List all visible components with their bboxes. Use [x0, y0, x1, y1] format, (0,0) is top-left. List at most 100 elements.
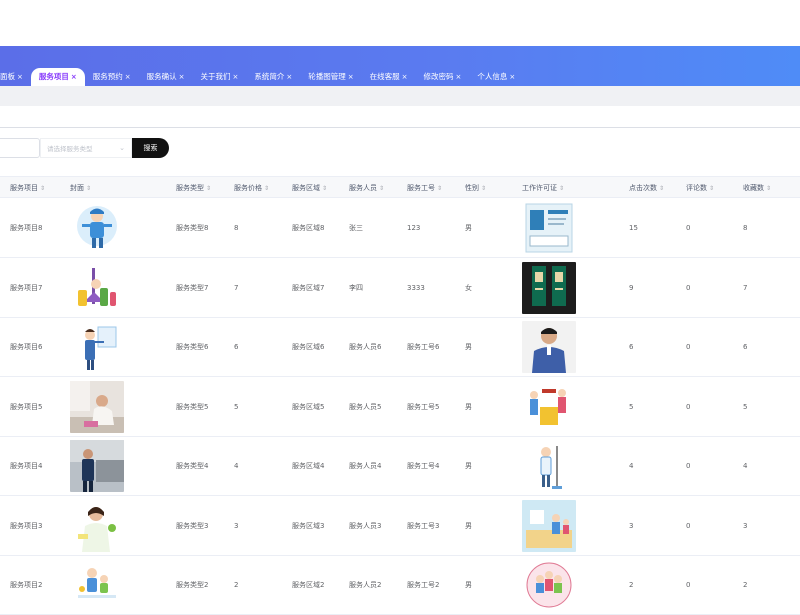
cleaning-crew-icon[interactable] [522, 380, 576, 433]
cell-favs: 2 [743, 581, 748, 589]
close-icon[interactable]: × [348, 68, 354, 86]
tab-label: 系统简介 [254, 72, 285, 81]
window-cleaner-icon[interactable] [70, 321, 124, 373]
table-row[interactable]: 服务项目7 服务类型7 7 服务区域7 李四 3333 女 9 0 7 [0, 258, 800, 318]
column-header-price[interactable]: 服务价格 ⇕ [234, 177, 269, 199]
cell-price: 2 [234, 581, 239, 589]
tab-1[interactable]: 服务项目 × [30, 68, 85, 86]
table-row[interactable]: 服务项目5 服务类型5 5 服务区域5 服务人员5 服务工号5 男 5 0 5 [0, 377, 800, 437]
cell-price: 8 [234, 224, 239, 232]
column-header-item[interactable]: 服务项目 ⇕ [10, 177, 45, 199]
cell-area: 服务区域3 [292, 521, 325, 530]
family-cleaning-icon[interactable] [70, 559, 124, 611]
column-header-favs[interactable]: 收藏数 ⇕ [743, 177, 771, 199]
column-header-area[interactable]: 服务区域 ⇕ [292, 177, 327, 199]
group-badge-icon[interactable] [522, 559, 576, 611]
cell-item: 服务项目4 [10, 462, 43, 470]
badge-card-icon[interactable] [522, 261, 576, 314]
table-row[interactable]: 服务项目2 服务类型2 2 服务区域2 服务人员2 服务工号2 男 2 0 2 [0, 556, 800, 615]
id-card-icon[interactable] [522, 202, 576, 254]
kitchen-cleaning-icon[interactable] [522, 499, 576, 552]
column-header-permit[interactable]: 工作许可证 ⇕ [522, 177, 564, 199]
tab-6[interactable]: 轮播图管理 × [300, 68, 361, 86]
tab-label: 个人信息 [477, 72, 508, 81]
worker-photo-icon[interactable] [522, 321, 576, 373]
tab-label: 服务确认 [146, 72, 177, 81]
cell-type: 服务类型7 [176, 283, 209, 292]
sort-icon[interactable]: ⇕ [264, 185, 269, 192]
cell-clicks: 3 [629, 521, 634, 530]
close-icon[interactable]: × [286, 68, 292, 86]
search-input[interactable] [0, 138, 40, 158]
tab-8[interactable]: 修改密码 × [416, 68, 470, 86]
cell-favs: 8 [743, 224, 748, 232]
cell-area: 服务区域8 [292, 224, 325, 232]
tab-5[interactable]: 系统简介 × [246, 68, 300, 86]
sort-icon[interactable]: ⇕ [40, 185, 45, 192]
cell-staff: 张三 [349, 224, 363, 232]
cell-price: 7 [234, 283, 239, 292]
column-header-comments[interactable]: 评论数 ⇕ [686, 177, 714, 199]
cell-type: 服务类型8 [176, 224, 209, 232]
cell-price: 3 [234, 521, 239, 530]
sort-icon[interactable]: ⇕ [709, 185, 714, 192]
column-header-staff[interactable]: 服务人员 ⇕ [349, 177, 384, 199]
cell-area: 服务区域2 [292, 581, 325, 589]
table-row[interactable]: 服务项目6 服务类型6 6 服务区域6 服务人员6 服务工号6 男 6 0 6 [0, 318, 800, 377]
sort-icon[interactable]: ⇕ [437, 185, 442, 192]
table-row[interactable]: 服务项目4 服务类型4 4 服务区域4 服务人员4 服务工号4 男 4 0 4 [0, 437, 800, 496]
sort-icon[interactable]: ⇕ [86, 185, 91, 192]
close-icon[interactable]: × [233, 68, 239, 86]
sort-icon[interactable]: ⇕ [379, 185, 384, 192]
table-row[interactable]: 服务项目8 服务类型8 8 服务区域8 张三 123 男 15 0 8 [0, 199, 800, 258]
close-icon[interactable]: × [71, 68, 77, 86]
column-header-gender[interactable]: 性别 ⇕ [465, 177, 486, 199]
tab-2[interactable]: 服务预约 × [85, 68, 139, 86]
tab-label: 服务预约 [92, 72, 123, 81]
cell-area: 服务区域6 [292, 343, 325, 351]
tab-4[interactable]: 关于我们 × [193, 68, 247, 86]
tab-0[interactable]: 面板 × [0, 68, 31, 86]
table-row[interactable]: 服务项目3 服务类型3 3 服务区域3 服务人员3 服务工号3 男 3 0 3 [0, 496, 800, 556]
close-icon[interactable]: × [509, 68, 515, 86]
cell-type: 服务类型6 [176, 343, 209, 351]
cell-type: 服务类型4 [176, 462, 209, 470]
column-header-clicks[interactable]: 点击次数 ⇕ [629, 177, 664, 199]
cell-clicks: 2 [629, 581, 634, 589]
top-blank-area [0, 0, 800, 46]
close-icon[interactable]: × [179, 68, 185, 86]
sort-icon[interactable]: ⇕ [659, 185, 664, 192]
close-icon[interactable]: × [456, 68, 462, 86]
tab-label: 在线客服 [369, 72, 400, 81]
service-type-select[interactable]: 请选择服务类型 ⌄ [40, 138, 132, 158]
sofa-cleaning-photo-icon[interactable] [70, 440, 124, 492]
cell-comments: 0 [686, 224, 691, 232]
cleaner-cartoon-icon[interactable] [70, 202, 124, 254]
close-icon[interactable]: × [125, 68, 131, 86]
mop-worker-icon[interactable] [522, 440, 576, 492]
tab-7[interactable]: 在线客服 × [362, 68, 416, 86]
sort-icon[interactable]: ⇕ [559, 185, 564, 192]
tab-strip: 面板 × 服务项目 × 服务预约 × 服务确认 × 关于我们 × 系统简介 × 轮播图管理 × 在线客服 × 修… [0, 66, 523, 86]
column-header-type[interactable]: 服务类型 ⇕ [176, 177, 211, 199]
cell-item: 服务项目7 [10, 283, 43, 292]
close-icon[interactable]: × [402, 68, 408, 86]
column-header-staffno[interactable]: 服务工号 ⇕ [407, 177, 442, 199]
cell-comments: 0 [686, 462, 691, 470]
tab-3[interactable]: 服务确认 × [139, 68, 193, 86]
search-button[interactable]: 搜索 [132, 138, 169, 158]
tab-label: 修改密码 [423, 72, 454, 81]
sort-icon[interactable]: ⇕ [206, 185, 211, 192]
cell-gender: 男 [465, 581, 472, 589]
tab-9[interactable]: 个人信息 × [469, 68, 523, 86]
sort-icon[interactable]: ⇕ [322, 185, 327, 192]
column-header-cover[interactable]: 封面 ⇕ [70, 177, 91, 199]
cell-gender: 女 [465, 283, 472, 292]
close-icon[interactable]: × [17, 68, 23, 86]
sort-icon[interactable]: ⇕ [766, 185, 771, 192]
service-type-placeholder: 请选择服务类型 [47, 145, 93, 153]
housekeeper-photo-icon[interactable] [70, 499, 124, 552]
floor-cleaning-photo-icon[interactable] [70, 380, 124, 433]
cleaning-supplies-icon[interactable] [70, 261, 124, 314]
sort-icon[interactable]: ⇕ [481, 185, 486, 192]
